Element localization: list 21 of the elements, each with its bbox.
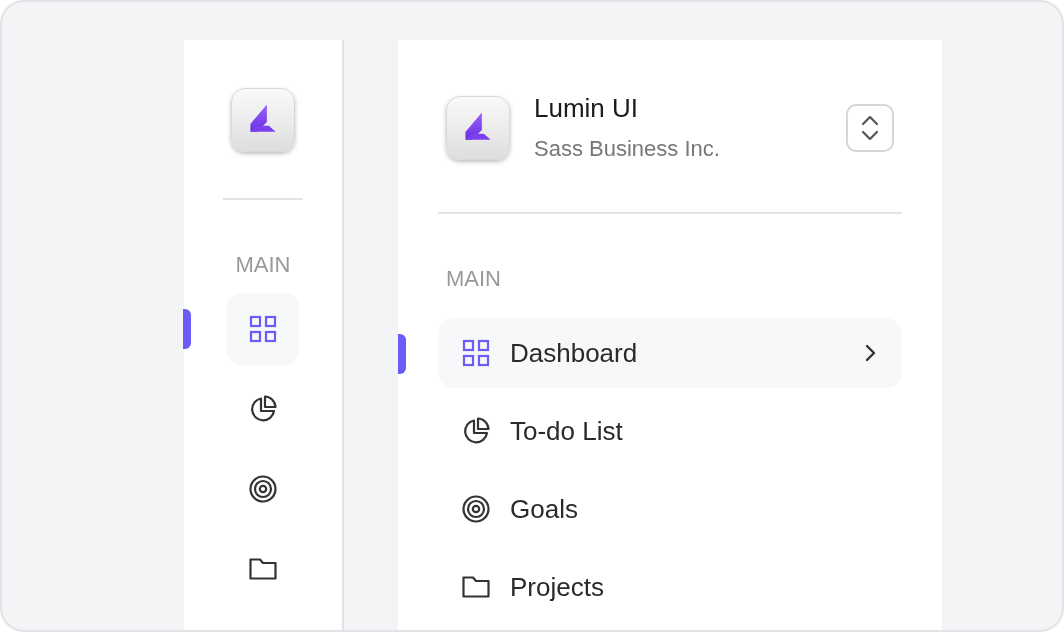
- section-label: MAIN: [446, 266, 502, 292]
- app-logo: [446, 96, 510, 160]
- sidebar-nav-item[interactable]: Goals: [438, 474, 902, 544]
- workspace-subtitle: Sass Business Inc.: [534, 136, 721, 162]
- active-indicator: [183, 309, 191, 349]
- up-down-chevron-icon: [861, 115, 879, 141]
- pie-chart-icon: [249, 395, 277, 423]
- grid-icon: [462, 339, 490, 367]
- workspace-switcher-button[interactable]: [846, 104, 894, 152]
- sidebar-nav-item[interactable]: Projects: [438, 552, 902, 622]
- pie-chart-icon: [462, 417, 490, 445]
- workspace-title: Lumin UI: [534, 94, 640, 122]
- target-icon: [462, 495, 490, 523]
- grid-icon: [249, 315, 277, 343]
- app-logo: [231, 88, 295, 152]
- active-indicator: [398, 334, 406, 374]
- sidebar-nav-item[interactable]: To-do List: [438, 396, 902, 466]
- target-icon: [249, 475, 277, 503]
- section-label: MAIN: [235, 252, 291, 278]
- folder-icon: [249, 555, 277, 583]
- folder-icon: [462, 573, 490, 601]
